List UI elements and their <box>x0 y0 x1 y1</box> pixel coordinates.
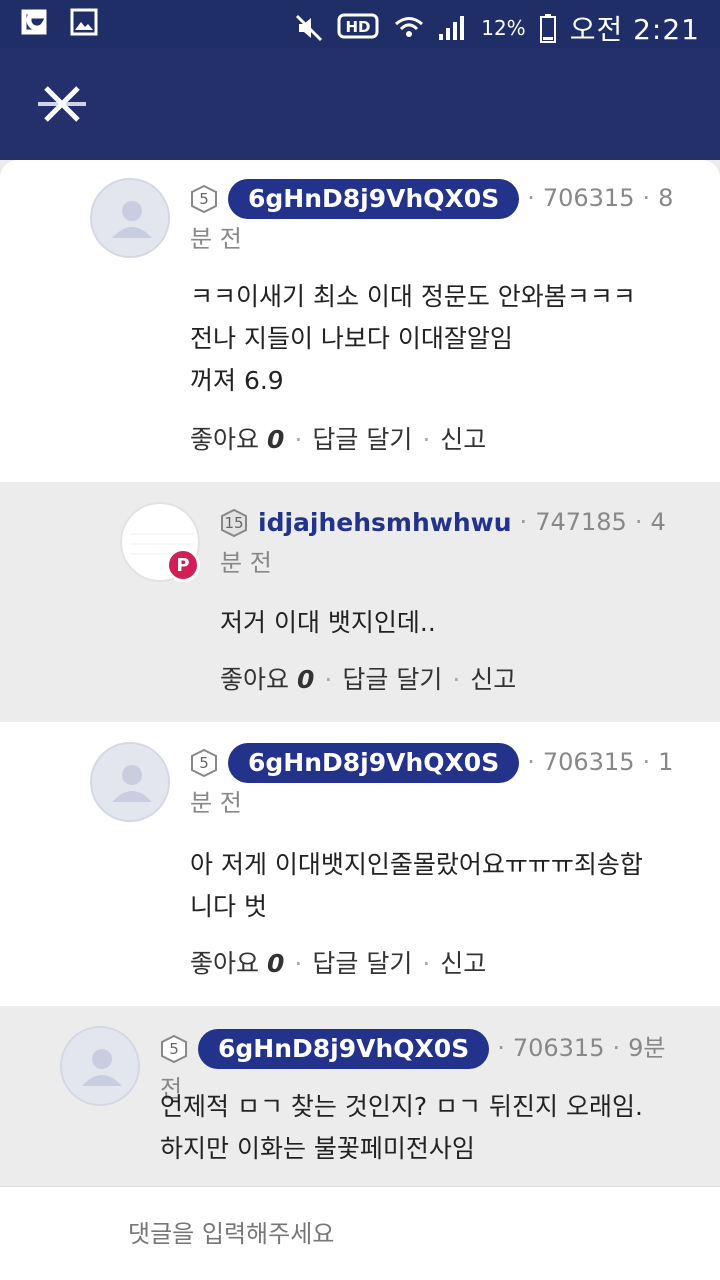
reply-button[interactable]: 답글 달기 <box>312 949 412 978</box>
signal-icon <box>437 12 469 44</box>
close-button[interactable] <box>30 78 94 130</box>
app-bar <box>0 48 720 160</box>
level-badge: 5 <box>190 748 218 778</box>
gallery-icon <box>68 6 100 38</box>
nickname[interactable]: 6gHnD8j9VhQX0S <box>198 1029 490 1069</box>
nickname[interactable]: 6gHnD8j9VhQX0S <box>228 179 520 219</box>
user-id: 706315 <box>512 1034 605 1062</box>
status-bar: HD 12% 오전 2:21 <box>0 0 720 48</box>
comment-input[interactable] <box>128 1213 648 1255</box>
hd-icon: HD <box>337 12 381 44</box>
reply-button[interactable]: 답글 달기 <box>312 425 412 454</box>
avatar <box>90 178 170 258</box>
comment-body: 아 저게 이대뱃지인줄몰랐어요ㅠㅠㅠ죄송합 니다 벗 <box>190 850 643 921</box>
avatar <box>90 742 170 822</box>
close-x-icon <box>38 86 86 122</box>
like-count: 0 <box>297 665 315 694</box>
user-id: 706315 <box>542 184 635 212</box>
comment-body: 저거 이대 뱃지인데.. <box>220 608 436 637</box>
comment-item: P 15 idjajhehsmhwhwu · 747185 · 4분 전 저거 이대 뱃… <box>0 482 720 722</box>
level-badge: 5 <box>190 184 218 214</box>
o-app-icon <box>18 6 50 38</box>
premium-badge: P <box>166 548 200 582</box>
like-count: 0 <box>267 425 285 454</box>
user-id: 747185 <box>535 508 627 536</box>
comment-actions: 좋아요 0 · 답글 달기 · 신고 <box>220 665 517 694</box>
svg-text:HD: HD <box>346 18 371 36</box>
avatar <box>60 1026 140 1106</box>
clock: 오전 2:21 <box>569 13 700 46</box>
battery-percent: 12% <box>481 16 526 40</box>
comment-sheet: 5 6gHnD8j9VhQX0S · 706315 · 8분 전 ㅋㅋ이새기 최소 이대… <box>0 160 720 1186</box>
nickname[interactable]: 6gHnD8j9VhQX0S <box>228 743 520 783</box>
comment-item: 5 6gHnD8j9VhQX0S · 706315 · 1분 전 아 저게 이대뱃지인줄… <box>0 722 720 1006</box>
mute-icon <box>293 12 325 44</box>
comment-body: 언제적 ㅁㄱ 찾는 것인지? ㅁㄱ 뒤진지 오래임. 하지만 이화는 불꽃페미전… <box>160 1092 643 1163</box>
report-button[interactable]: 신고 <box>440 425 486 454</box>
like-button[interactable]: 좋아요 0 <box>190 425 284 454</box>
like-button[interactable]: 좋아요 0 <box>220 665 314 694</box>
nickname[interactable]: idjajhehsmhwhwu <box>258 503 512 543</box>
report-button[interactable]: 신고 <box>470 665 516 694</box>
like-count: 0 <box>267 949 285 978</box>
comment-item: 5 6gHnD8j9VhQX0S · 706315 · 9분 전 언제적 ㅁㄱ 찾는 것… <box>0 1006 720 1186</box>
report-button[interactable]: 신고 <box>440 949 486 978</box>
level-badge: 5 <box>160 1034 188 1064</box>
comment-meta: 15 idjajhehsmhwhwu · 747185 · 4분 전 <box>220 502 680 583</box>
comment-body: ㅋㅋ이새기 최소 이대 정문도 안와봄ㅋㅋㅋ 전나 지들이 나보다 이대잘알임 … <box>190 282 636 395</box>
battery-icon <box>538 12 558 44</box>
comment-meta: 5 6gHnD8j9VhQX0S · 706315 · 8분 전 <box>190 178 680 259</box>
comment-actions: 좋아요 0 · 답글 달기 · 신고 <box>190 949 487 978</box>
comment-meta: 5 6gHnD8j9VhQX0S · 706315 · 1분 전 <box>190 742 680 823</box>
comment-item: 5 6gHnD8j9VhQX0S · 706315 · 8분 전 ㅋㅋ이새기 최소 이대… <box>0 160 720 482</box>
like-button[interactable]: 좋아요 0 <box>190 949 284 978</box>
comment-actions: 좋아요 0 · 답글 달기 · 신고 <box>190 425 487 454</box>
wifi-icon <box>393 12 425 44</box>
comment-input-bar <box>0 1186 720 1280</box>
user-id: 706315 <box>542 748 635 776</box>
reply-button[interactable]: 답글 달기 <box>342 665 442 694</box>
level-badge: 15 <box>220 508 248 538</box>
